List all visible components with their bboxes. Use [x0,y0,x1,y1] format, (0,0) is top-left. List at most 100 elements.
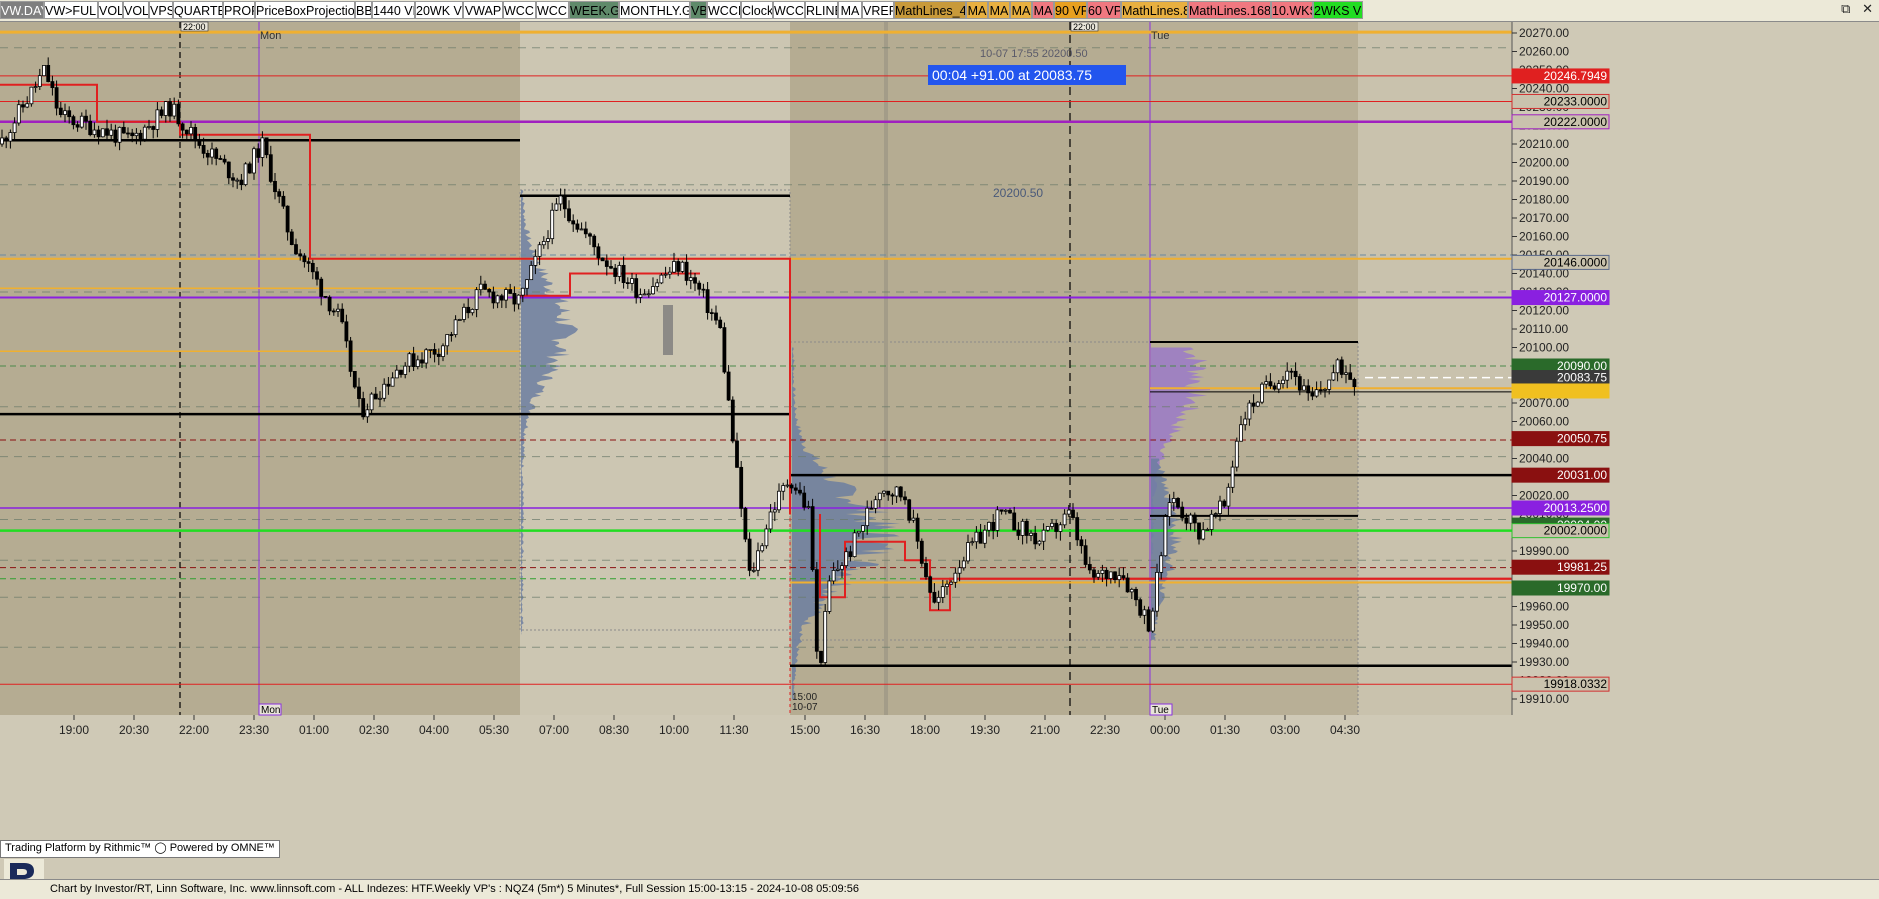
candle-body [79,115,84,128]
candle-body [1029,532,1033,536]
candle-body [957,567,962,574]
toolbar-button-vol-2[interactable]: VOL [98,1,123,19]
toolbar-button-ma-21[interactable]: MA [838,1,862,19]
toolbar-button-quarter-5[interactable]: QUARTER [173,1,223,19]
toolbar-button-clock-18[interactable]: Clock [741,1,773,19]
toolbar-button-ma-25[interactable]: MA [988,1,1010,19]
toolbar-button-wcci-13[interactable]: WCCI [536,1,569,19]
toolbar-button-90-vp-28[interactable]: 90 VP [1054,1,1087,19]
price-box: 20246.7949 [1511,68,1610,84]
candle-body [315,271,319,280]
time-tick-label: 18:00 [910,723,940,737]
toolbar-button-rline-20[interactable]: RLINE [805,1,838,19]
candle-body [1008,509,1012,514]
time-tick-label: 19:30 [970,723,1000,737]
candle-body [113,129,118,143]
price-box-label: 20127.0000 [1544,291,1608,305]
candle-body [974,531,979,543]
candle-body [550,209,555,240]
candle-body [386,383,391,387]
time-tick-label: 22:00 [179,723,209,737]
time-tick-label: 04:00 [419,723,449,737]
candle-body [827,580,832,612]
toolbar-button-ma-27[interactable]: MA [1032,1,1054,19]
toolbar-button-vw-full-1[interactable]: VW>FULL [44,1,98,19]
candle-body [659,274,664,284]
price-box-label: 20246.7949 [1544,69,1608,83]
candle-body [680,261,685,272]
candle-body [1087,564,1092,571]
candle-body [516,294,521,305]
candle-body [1188,514,1193,524]
candle-body [243,163,248,186]
candle-body [688,277,693,281]
candle-body [441,345,445,357]
toolbar-button-2wks-vp-33[interactable]: 2WKS VP [1313,1,1363,19]
candle-body [1209,513,1214,530]
toolbar-button-ma-26[interactable]: MA [1010,1,1032,19]
candle-body [1205,529,1210,531]
candle-body [1155,571,1159,612]
time-tick-label: 05:30 [479,723,509,737]
toolbar-button-mathlines-168-31[interactable]: MathLines.168 [1188,1,1271,19]
candle-body [1062,513,1067,526]
candle-body [298,253,303,257]
candle-body [54,87,59,109]
toolbar-button-monthly-gc-15[interactable]: MONTHLY.GC [619,1,690,19]
candle-body [252,148,256,174]
price-box-label: 20050.75 [1557,432,1607,446]
candle-body [945,583,949,588]
toolbar-button-wcci-19[interactable]: WCCI [773,1,805,19]
candle-body [117,126,122,143]
day-label-top: Mon [260,30,281,42]
toolbar-button-vps-4[interactable]: VPS [149,1,173,19]
price-tick-label: 19950.00 [1519,618,1569,632]
toolbar-button-bb-8[interactable]: BB [355,1,372,19]
candle-body [1003,509,1008,512]
candle-body [932,591,937,603]
candle-body [88,120,93,136]
toolbar-button-10-wks-32[interactable]: 10.WKS [1271,1,1313,19]
toolbar-button-60-vp-29[interactable]: 60 VP [1087,1,1121,19]
candle-body [529,265,534,281]
toolbar-button-wcci-12[interactable]: WCCI [503,1,536,19]
toolbar-button-vb-16[interactable]: VB [690,1,707,19]
candle-body [1226,486,1231,507]
candle-body [722,327,727,373]
toolbar-button-priceboxprojections-7[interactable]: PriceBoxProjections [255,1,355,19]
restore-icon[interactable]: ⧉ [1841,1,1850,16]
price-tick-label: 19940.00 [1519,637,1569,651]
toolbar-button-20wk-vp-10[interactable]: 20WK VP [415,1,463,19]
toolbar-button-week-gc-14[interactable]: WEEK.GC [569,1,619,19]
price-chart[interactable]: 20270.0020260.0020250.0020240.0020230.00… [0,21,1879,879]
candle-body [999,509,1004,512]
toolbar-button-vw-day-0[interactable]: VW.DAY [0,1,44,19]
candle-body [1260,383,1264,403]
price-box: 20002.0000 [1511,523,1610,539]
candle-body [50,81,55,89]
close-icon[interactable]: ✕ [1862,1,1873,16]
candle-body [100,128,105,138]
toolbar-button-mathlines-84-30[interactable]: MathLines.84 [1121,1,1188,19]
candle-body [499,295,504,301]
candle-body [63,110,67,115]
toolbar-button-ma-24[interactable]: MA [966,1,988,19]
toolbar-button-1440-vp-9[interactable]: 1440 VP [372,1,415,19]
candle-body [1129,588,1134,593]
toolbar-button-wcci-17[interactable]: WCCI [707,1,741,19]
candle-body [147,126,151,128]
candle-body [987,521,991,531]
price-box-label: 20002.0000 [1544,524,1608,538]
toolbar-button-prof-6[interactable]: PROF [223,1,255,19]
toolbar-button-vwap-11[interactable]: VWAP [463,1,503,19]
toolbar-button-vol-3[interactable]: VOL [123,1,149,19]
candle-body [756,550,760,571]
candle-body [890,494,895,497]
candle-body [1302,385,1306,391]
status-bar: Chart by Investor/RT, Linn Software, Inc… [0,879,1879,899]
candle-body [663,273,668,276]
candle-body [525,279,529,289]
toolbar-button-mathlines-42-23[interactable]: MathLines_42 [894,1,966,19]
toolbar-button-vref-22[interactable]: VREF [862,1,894,19]
candle-body [424,349,429,364]
